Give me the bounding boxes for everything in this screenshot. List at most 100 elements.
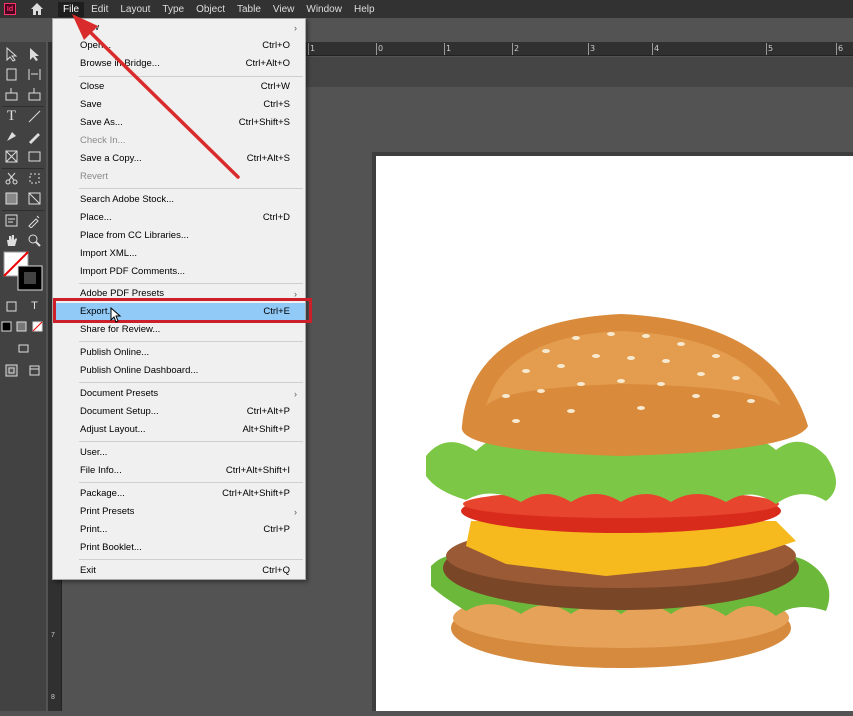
menu-item-browse-in-bridge[interactable]: Browse in Bridge... Ctrl+Alt+O <box>53 55 305 72</box>
menu-item-document-setup[interactable]: Document Setup... Ctrl+Alt+P <box>53 403 305 420</box>
menu-item-save-a-copy[interactable]: Save a Copy... Ctrl+Alt+S <box>53 150 305 167</box>
scissors-tool-icon[interactable] <box>4 171 19 186</box>
page-tool-icon[interactable] <box>4 67 19 82</box>
menu-item-adjust-layout[interactable]: Adjust Layout... Alt+Shift+P <box>53 421 305 438</box>
menu-item-package[interactable]: Package... Ctrl+Alt+Shift+P <box>53 485 305 502</box>
tools-row <box>0 84 46 104</box>
rectangle-tool-icon[interactable] <box>27 149 42 164</box>
rectangle-frame-tool-icon[interactable] <box>4 149 19 164</box>
menu-edit[interactable]: Edit <box>86 2 113 17</box>
direct-selection-tool-icon[interactable] <box>27 47 42 62</box>
menu-item-place-from-cc-libraries[interactable]: Place from CC Libraries... <box>53 227 305 244</box>
chevron-right-icon: › <box>294 288 297 299</box>
chevron-right-icon: › <box>294 22 297 33</box>
gradient-swatch-tool-icon[interactable] <box>4 191 19 206</box>
menu-item-new[interactable]: New › <box>53 19 305 36</box>
menu-help[interactable]: Help <box>349 2 380 17</box>
tools-row <box>0 210 46 230</box>
menu-item-user[interactable]: User... <box>53 444 305 461</box>
apply-none-icon[interactable] <box>31 319 46 334</box>
gap-tool-icon[interactable] <box>27 67 42 82</box>
tools-row <box>0 338 46 358</box>
mouse-pointer-icon <box>110 307 122 323</box>
ruler-label: 5 <box>768 44 774 53</box>
burger-image[interactable] <box>376 156 853 711</box>
tools-row <box>0 316 46 336</box>
note-tool-icon[interactable] <box>4 213 19 228</box>
menu-item-close[interactable]: Close Ctrl+W <box>53 78 305 95</box>
content-placer-icon[interactable] <box>27 87 42 102</box>
line-tool-icon[interactable] <box>27 109 42 124</box>
eyedropper-tool-icon[interactable] <box>27 213 42 228</box>
content-collector-icon[interactable] <box>4 87 19 102</box>
apply-gradient-icon[interactable] <box>15 319 30 334</box>
menu-item-revert: Revert <box>80 171 108 182</box>
gradient-feather-tool-icon[interactable] <box>27 191 42 206</box>
selection-tool-icon[interactable] <box>4 46 19 62</box>
menu-layout[interactable]: Layout <box>115 2 155 17</box>
pencil-tool-icon[interactable] <box>27 129 42 144</box>
menu-table[interactable]: Table <box>232 2 266 17</box>
pen-tool-icon[interactable] <box>4 129 19 144</box>
zoom-tool-icon[interactable] <box>27 233 42 248</box>
tools-row <box>0 188 46 208</box>
type-tool-icon[interactable]: T <box>4 108 19 124</box>
menu-item-save-as[interactable]: Save As... Ctrl+Shift+S <box>53 114 305 131</box>
home-icon[interactable] <box>30 2 44 16</box>
fill-stroke-swatch[interactable] <box>2 250 44 292</box>
menu-item-print-booklet[interactable]: Print Booklet... <box>53 539 305 556</box>
tools-row: T <box>0 296 46 316</box>
menu-item-publish-online-dashboard[interactable]: Publish Online Dashboard... <box>53 362 305 379</box>
menu-item-publish-online[interactable]: Publish Online... <box>53 344 305 361</box>
menu-item-file-info[interactable]: File Info... Ctrl+Alt+Shift+I <box>53 462 305 479</box>
chevron-right-icon: › <box>294 506 297 517</box>
ruler-label: 2 <box>514 44 520 53</box>
tools-row <box>0 64 46 84</box>
tools-row <box>0 146 46 166</box>
ruler-label: 1 <box>446 44 452 53</box>
formatting-text-icon[interactable]: T <box>27 299 42 314</box>
ruler-label: 6 <box>838 44 844 53</box>
menu-type[interactable]: Type <box>157 2 189 17</box>
ruler-label: 3 <box>590 44 596 53</box>
preview-mode-icon[interactable] <box>27 363 42 378</box>
menu-item-search-adobe-stock[interactable]: Search Adobe Stock... <box>53 191 305 208</box>
tools-row <box>0 168 46 188</box>
annotation-highlight-box <box>53 298 312 323</box>
menu-item-document-presets[interactable]: Document Presets › <box>53 385 305 402</box>
ruler-label: 0 <box>378 44 384 53</box>
menu-item-share-for-review[interactable]: Share for Review... <box>53 321 305 338</box>
menu-file[interactable]: File <box>58 1 85 17</box>
tools-row <box>0 126 46 146</box>
menu-view[interactable]: View <box>268 2 300 17</box>
ruler-label: 7 <box>51 632 55 639</box>
menu-item-check-in: Check In... <box>80 135 126 146</box>
menu-item-import-pdf-comments[interactable]: Import PDF Comments... <box>53 263 305 280</box>
menu-item-place[interactable]: Place... Ctrl+D <box>53 209 305 226</box>
tools-row: T <box>0 106 46 126</box>
normal-view-icon[interactable] <box>4 363 19 378</box>
free-transform-tool-icon[interactable] <box>27 171 42 186</box>
tools-row <box>0 360 46 380</box>
ruler-label: 8 <box>51 694 55 701</box>
app-logo-icon: Id <box>4 3 16 15</box>
tools-row <box>0 230 46 250</box>
tools-row <box>0 44 46 64</box>
hand-tool-icon[interactable] <box>4 233 19 248</box>
screen-mode-icon[interactable] <box>16 341 31 356</box>
ruler-label: 1 <box>310 44 316 53</box>
menu-item-open[interactable]: Open... Ctrl+O <box>53 37 305 54</box>
document-page[interactable] <box>376 156 853 711</box>
menu-item-import-xml[interactable]: Import XML... <box>53 245 305 262</box>
menu-window[interactable]: Window <box>301 2 347 17</box>
formatting-container-icon[interactable] <box>4 299 19 314</box>
menu-item-exit[interactable]: Exit Ctrl+Q <box>53 562 305 579</box>
menu-item-save[interactable]: Save Ctrl+S <box>53 96 305 113</box>
ruler-label: 4 <box>654 44 660 53</box>
apply-color-icon[interactable] <box>0 319 15 334</box>
tools-panel: T T <box>0 42 46 711</box>
menu-item-print-presets[interactable]: Print Presets › <box>53 503 305 520</box>
menu-object[interactable]: Object <box>191 2 230 17</box>
chevron-right-icon: › <box>294 388 297 399</box>
menu-item-print[interactable]: Print... Ctrl+P <box>53 521 305 538</box>
